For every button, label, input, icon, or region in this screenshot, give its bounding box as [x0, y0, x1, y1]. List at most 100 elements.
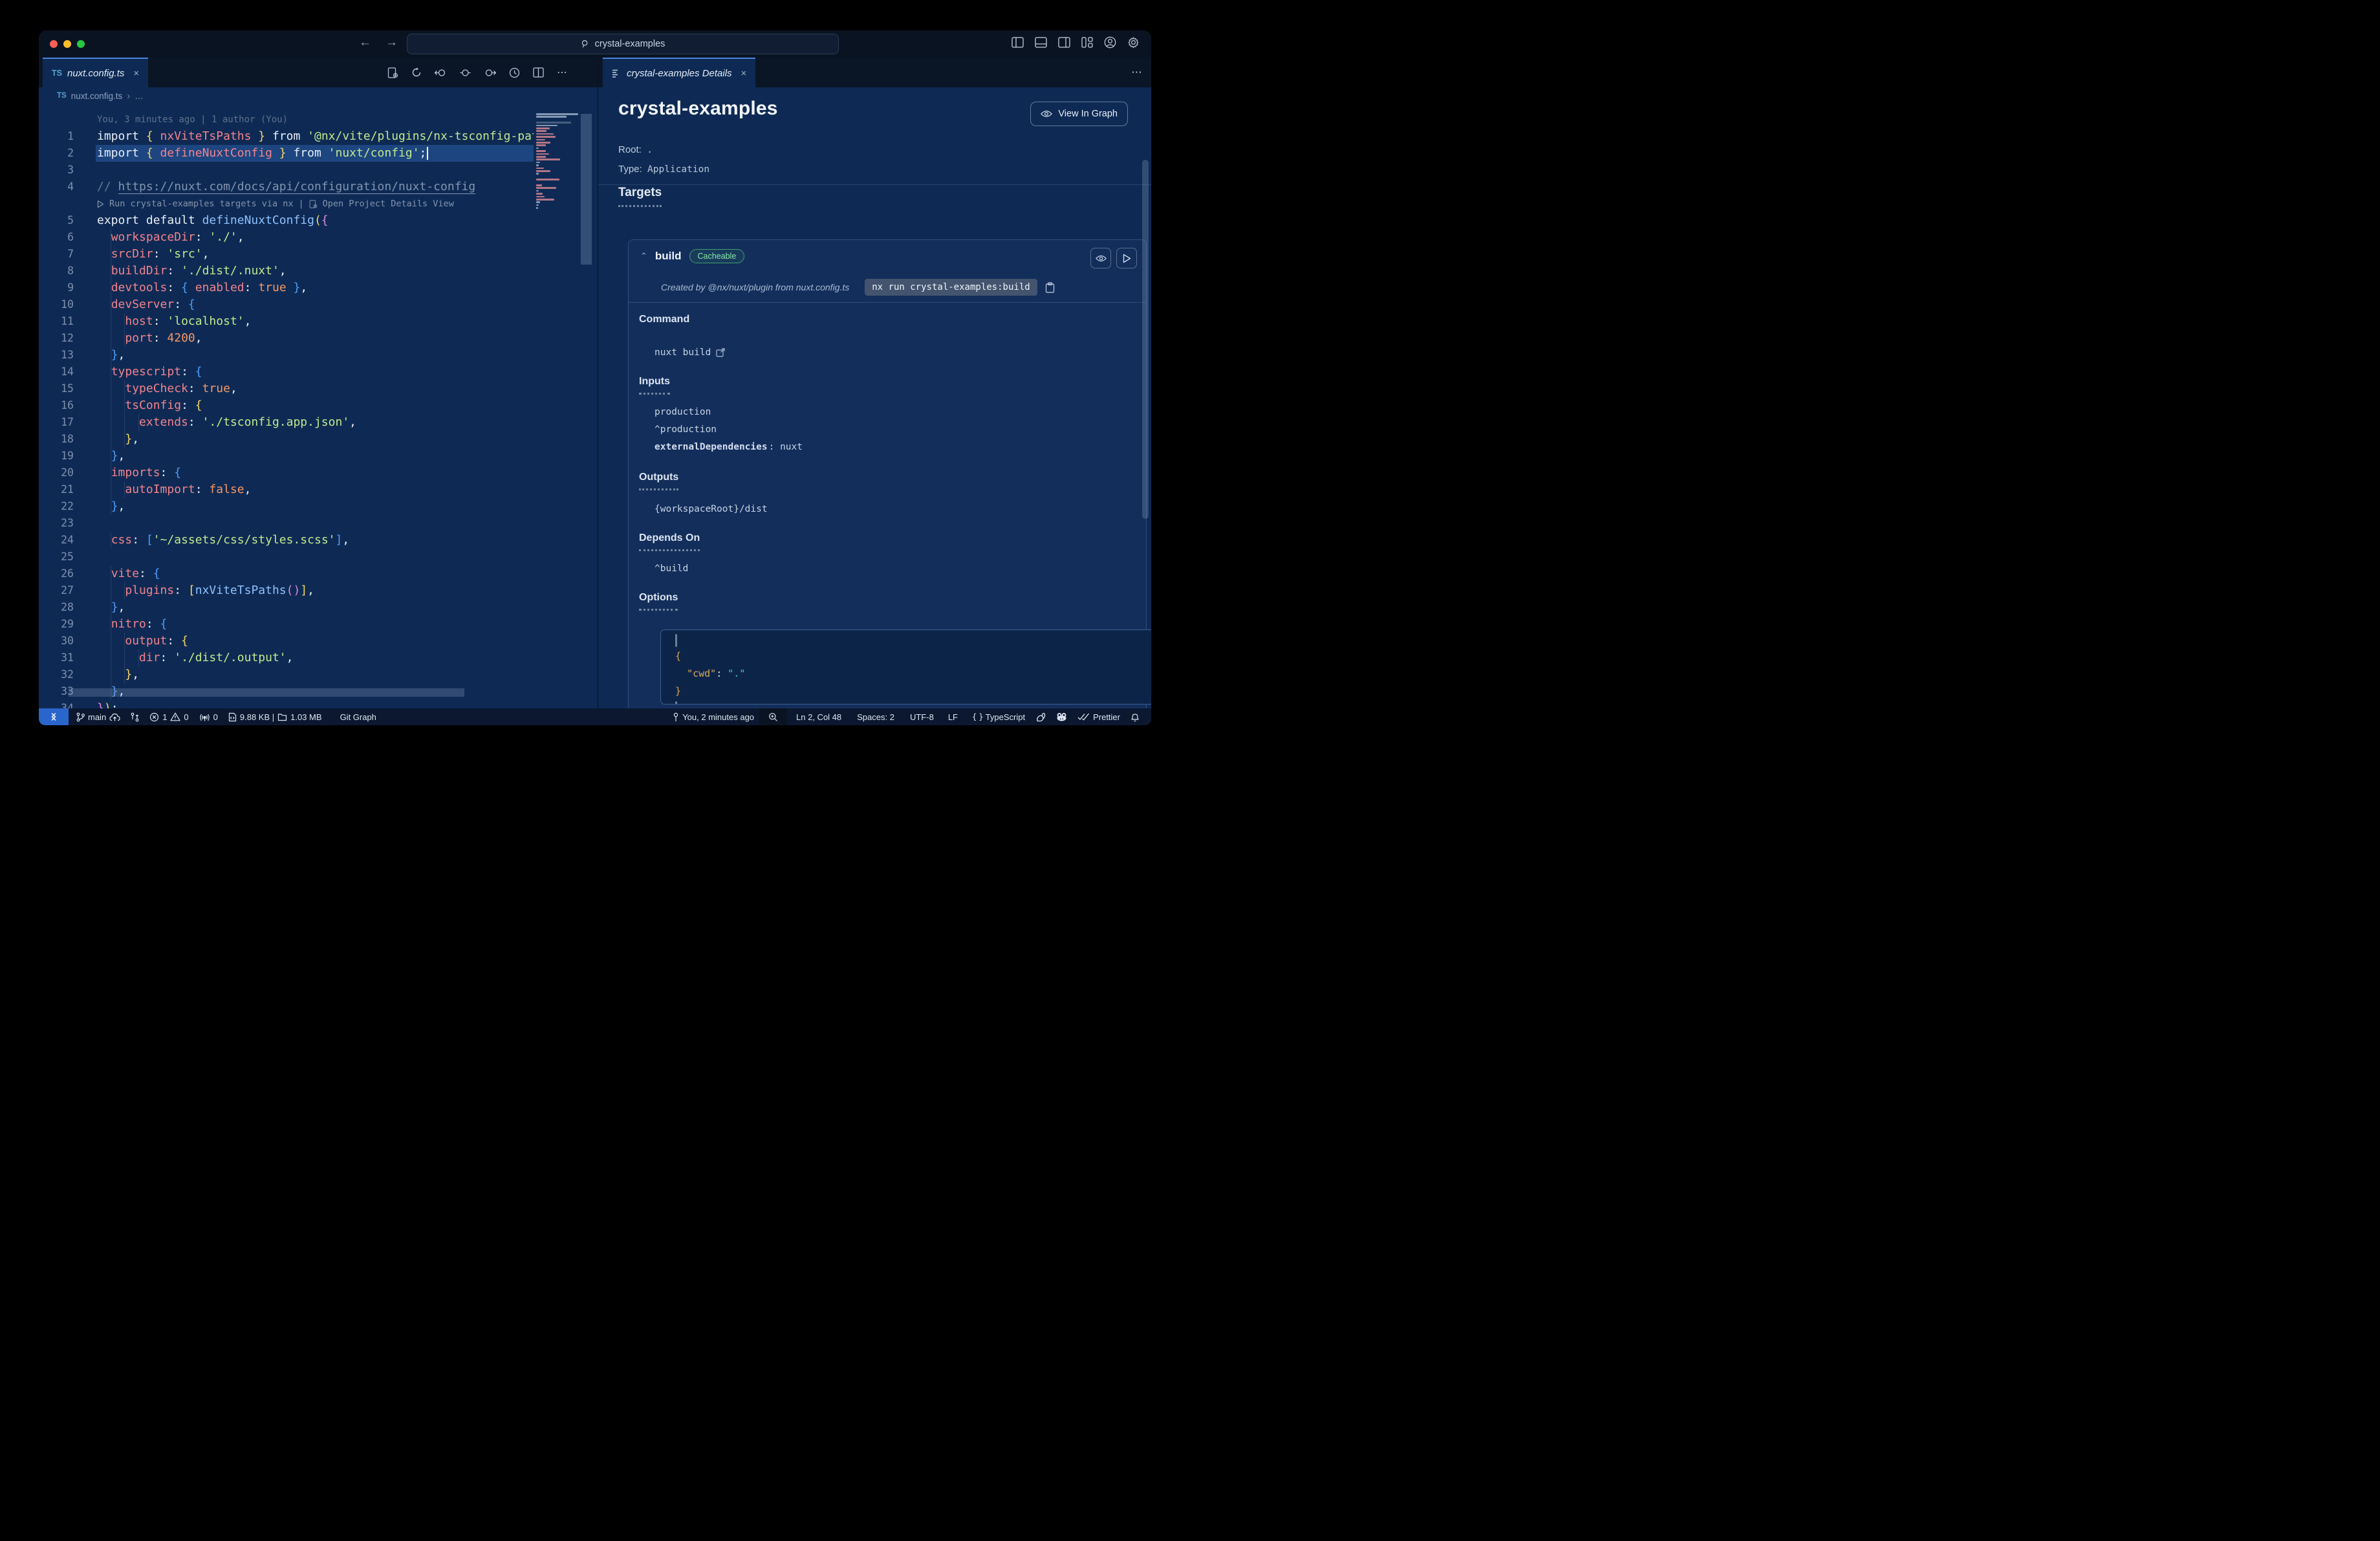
language-mode-item[interactable]: { } TypeScript [967, 708, 1030, 725]
command-center-search[interactable]: crystal-examples [407, 34, 839, 54]
output-item: {workspaceRoot}/dist [654, 504, 768, 514]
file-size-item[interactable]: 9.88 KB | 1.03 MB [223, 708, 327, 725]
search-value: crystal-examples [594, 39, 665, 49]
code-line: 25 [61, 551, 74, 563]
code-editor[interactable]: You, 3 minutes ago | 1 author (You) 1 impo… [39, 104, 598, 708]
cloud-upload-icon [109, 713, 120, 721]
code-line: 10 devServer: { [39, 296, 534, 313]
codelens-row[interactable]: Run crystal-examples targets via nx | Open… [39, 195, 534, 212]
split-editor-icon[interactable] [533, 67, 544, 78]
root-row: Root: . [618, 144, 653, 155]
breadcrumb-more[interactable]: … [135, 91, 144, 101]
zoom-indicator[interactable] [759, 708, 788, 725]
problems-item[interactable]: 1 0 [144, 708, 193, 725]
external-link-icon[interactable] [716, 348, 725, 357]
view-target-button[interactable] [1090, 248, 1111, 268]
tab-project-details[interactable]: crystal-examples Details × [603, 58, 756, 87]
command-heading: Command [639, 314, 690, 325]
cursor-position-item[interactable]: Ln 2, Col 48 [791, 708, 847, 725]
code-line: 5 export default defineNuxtConfig({ [67, 213, 329, 227]
toggle-secondary-sidebar-icon[interactable] [1058, 37, 1070, 48]
timeline-history-icon[interactable] [509, 67, 520, 78]
build-target-card: ⌃ build Cacheable Created by @nx/nuxt/pl… [628, 239, 1151, 708]
targets-heading: Targets [618, 186, 662, 207]
more-actions-icon[interactable]: ⋯ [557, 66, 568, 79]
git-graph-item[interactable]: Git Graph [335, 708, 382, 725]
squirrel-icon [1037, 712, 1046, 721]
tab-close-icon[interactable]: × [133, 68, 139, 79]
breadcrumb[interactable]: TS nuxt.config.ts › … [39, 87, 598, 104]
ports-item[interactable]: 0 [194, 708, 223, 725]
target-name[interactable]: build [655, 250, 682, 263]
eye-icon [1041, 111, 1053, 117]
options-code-box[interactable]: { "cwd": "." } [660, 629, 1151, 705]
panel-more-actions-icon[interactable]: ⋯ [1131, 66, 1142, 79]
run-target-button[interactable] [1116, 248, 1137, 268]
project-details-content: crystal-examples View In Graph Root: . T… [598, 87, 1151, 708]
panel-scrollbar[interactable] [1142, 160, 1149, 519]
git-branch-item[interactable]: main [71, 708, 125, 725]
vscode-window: ← → crystal-examples TS nuxt.config.ts × [39, 30, 1151, 725]
nav-forward-icon[interactable]: → [385, 36, 398, 50]
refresh-icon[interactable] [411, 67, 422, 78]
created-by-text: Created by @nx/nuxt/plugin from nuxt.con… [661, 282, 850, 292]
status-bar: main 1 0 0 9.88 KB | 1.03 MB Git Graph Y… [39, 708, 1151, 725]
code-line: 31 dir: './dist/.output', [39, 650, 534, 666]
view-in-graph-button[interactable]: View In Graph [1030, 102, 1128, 126]
editor-horizontal-scrollbar[interactable] [69, 688, 464, 697]
tab-nuxt-config[interactable]: TS nuxt.config.ts × [43, 58, 149, 87]
panel-tab-strip: crystal-examples Details × ⋯ [598, 58, 1151, 87]
traffic-lights [50, 40, 85, 48]
indentation-item[interactable]: Spaces: 2 [852, 708, 900, 725]
toggle-panel-icon[interactable] [1035, 37, 1047, 48]
remote-indicator[interactable] [39, 708, 69, 725]
breadcrumb-file[interactable]: nuxt.config.ts [71, 91, 123, 101]
project-title: crystal-examples [618, 98, 778, 119]
git-blame-item[interactable]: You, 2 minutes ago [667, 708, 759, 725]
customize-layout-icon[interactable] [1081, 37, 1093, 48]
squirrel-extension-item[interactable] [1030, 708, 1051, 725]
maximize-window-button[interactable] [77, 40, 85, 48]
divider [598, 184, 1151, 185]
minimize-window-button[interactable] [63, 40, 71, 48]
minimap[interactable] [534, 104, 581, 708]
settings-gear-icon[interactable] [1127, 36, 1140, 49]
nav-position-circle-icon[interactable] [460, 68, 471, 78]
braces-icon: { } [971, 712, 984, 721]
nav-back-circle-icon[interactable] [435, 68, 447, 78]
codelens-open-details[interactable]: Open Project Details View [323, 195, 454, 212]
formatter-item[interactable]: Prettier [1072, 708, 1125, 725]
nav-back-icon[interactable]: ← [359, 36, 371, 50]
type-row: Type: Application [618, 164, 710, 175]
copilot-item[interactable] [1051, 708, 1072, 725]
nx-run-command-chip[interactable]: nx run crystal-examples:build [865, 279, 1037, 296]
copy-clipboard-icon[interactable] [1045, 281, 1055, 293]
code-line: 7 srcDir: 'src', [39, 246, 534, 263]
collapse-chevron-icon[interactable]: ⌃ [640, 251, 647, 261]
code-line: 26 vite: { [39, 565, 534, 582]
cacheable-badge: Cacheable [689, 249, 745, 263]
git-branch-icon [76, 712, 85, 721]
git-compare-item[interactable] [125, 708, 144, 725]
code-line: 3 [67, 164, 74, 176]
code-line: 8 buildDir: './dist/.nuxt', [39, 263, 534, 279]
close-window-button[interactable] [50, 40, 58, 48]
editor-vertical-scrollbar[interactable] [581, 114, 592, 265]
zoom-in-icon [769, 712, 777, 721]
open-changes-icon[interactable] [387, 67, 398, 78]
code-line: 16 tsConfig: { [39, 397, 534, 414]
code-line: 11 host: 'localhost', [39, 313, 534, 330]
toggle-primary-sidebar-icon[interactable] [1012, 37, 1024, 48]
code-line: 34}); [61, 701, 118, 708]
account-icon[interactable] [1104, 36, 1116, 49]
code-line: 19 }, [39, 448, 534, 464]
eol-item[interactable]: LF [943, 708, 963, 725]
codelens-run-targets[interactable]: Run crystal-examples targets via nx [109, 195, 293, 212]
title-bar: ← → crystal-examples [39, 30, 1151, 58]
error-icon [150, 712, 159, 721]
panel-tab-close-icon[interactable]: × [741, 68, 747, 79]
encoding-item[interactable]: UTF-8 [905, 708, 939, 725]
code-line: 9 devtools: { enabled: true }, [39, 279, 534, 296]
nav-forward-circle-icon[interactable] [484, 68, 496, 78]
notifications-item[interactable] [1125, 708, 1145, 725]
